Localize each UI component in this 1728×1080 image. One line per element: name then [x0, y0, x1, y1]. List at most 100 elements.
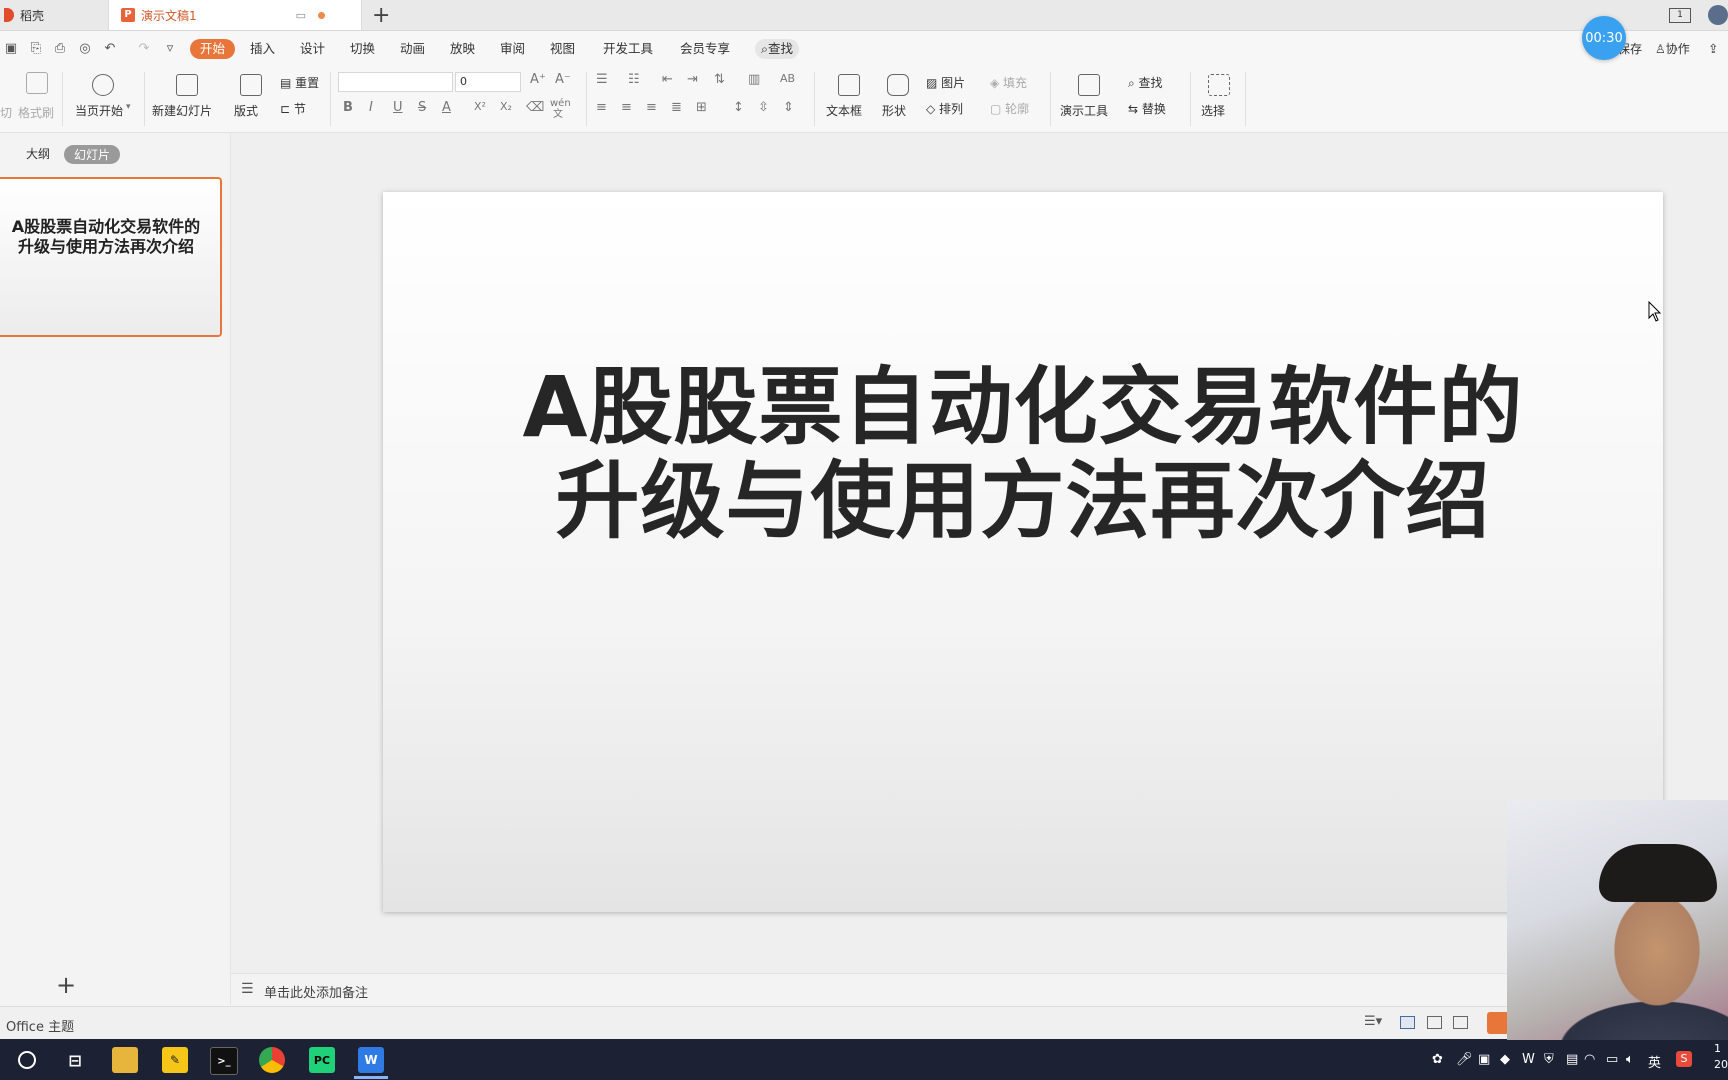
picture-button[interactable]: ▨ 图片: [926, 74, 965, 91]
distribute-icon[interactable]: ⊞: [696, 100, 707, 115]
layout-button[interactable]: 版式: [234, 102, 258, 119]
sogou-icon[interactable]: S: [1676, 1051, 1692, 1067]
phonetic-button[interactable]: wén 文: [550, 98, 571, 120]
slide-thumbnail[interactable]: A股股票自动化交易软件的 升级与使用方法再次介绍: [0, 177, 222, 337]
tab-home[interactable]: 稻壳: [0, 0, 112, 30]
page-badge-icon[interactable]: 1: [1669, 8, 1691, 23]
search-circle-icon[interactable]: [18, 1051, 36, 1069]
select-button[interactable]: 选择: [1201, 102, 1225, 119]
wps-icon[interactable]: W: [358, 1047, 384, 1073]
menu-view[interactable]: 视图: [550, 39, 575, 59]
menu-home[interactable]: 开始: [190, 39, 236, 59]
reset-button[interactable]: ▤ 重置: [280, 74, 319, 91]
increase-indent-icon[interactable]: ⇥: [687, 72, 698, 87]
shape-button[interactable]: 形状: [882, 102, 906, 119]
replace-button[interactable]: ⇆ 替换: [1128, 100, 1166, 117]
tray-w-icon[interactable]: W: [1522, 1052, 1535, 1067]
notes-bar[interactable]: ☰ 单击此处添加备注: [231, 973, 1728, 1006]
shrink-font-icon[interactable]: A⁻: [555, 72, 571, 87]
chrome-icon[interactable]: [259, 1047, 285, 1073]
cut-button[interactable]: 切: [0, 104, 12, 121]
sorter-view-icon[interactable]: [1427, 1016, 1442, 1029]
underline-button[interactable]: U: [393, 100, 403, 115]
security-icon[interactable]: ⛨: [1544, 1052, 1554, 1067]
outline-button[interactable]: ▢ 轮廓: [990, 100, 1029, 117]
tab-slides[interactable]: 幻灯片: [64, 145, 121, 164]
terminal-icon[interactable]: >_: [210, 1047, 238, 1075]
print-icon[interactable]: ⎙: [52, 41, 68, 57]
numbering-icon[interactable]: ☷: [628, 72, 640, 87]
font-size-field[interactable]: 0: [455, 72, 521, 92]
task-view-icon[interactable]: ⊟: [62, 1047, 88, 1073]
redo-icon[interactable]: ↷: [136, 41, 152, 57]
file-explorer-icon[interactable]: [112, 1047, 138, 1073]
align-right-icon[interactable]: ≡: [646, 100, 657, 115]
align-center-icon[interactable]: ≡: [621, 100, 632, 115]
print-preview-icon[interactable]: ◎: [77, 41, 93, 57]
collab-button[interactable]: ♙协作: [1655, 39, 1690, 59]
bullets-icon[interactable]: ☰: [596, 72, 608, 87]
normal-view-icon[interactable]: [1400, 1016, 1415, 1029]
fill-button[interactable]: ◈ 填充: [990, 74, 1027, 91]
clock[interactable]: 1202: [1714, 1041, 1728, 1073]
align-left-icon[interactable]: ≡: [596, 100, 607, 115]
menu-animation[interactable]: 动画: [400, 39, 425, 59]
menu-search[interactable]: ⌕查找: [755, 39, 800, 59]
menu-insert[interactable]: 插入: [250, 39, 275, 59]
textbox-button[interactable]: 文本框: [826, 102, 862, 119]
share-icon[interactable]: ⇪: [1708, 39, 1718, 59]
find-button[interactable]: ⌕ 查找: [1128, 74, 1163, 91]
grow-font-icon[interactable]: A⁺: [530, 72, 546, 87]
tab-outline[interactable]: 大纲: [26, 145, 50, 162]
para-spacing-icon[interactable]: ⇳: [758, 100, 769, 115]
add-slide-button[interactable]: +: [56, 971, 76, 999]
presenter-tools-button[interactable]: 演示工具: [1060, 102, 1108, 119]
strikethrough-button[interactable]: S: [418, 100, 426, 115]
font-color-button[interactable]: A: [442, 100, 451, 115]
italic-button[interactable]: I: [369, 100, 373, 115]
tab-document[interactable]: P 演示文稿1 ▭: [108, 0, 362, 30]
format-painter-button[interactable]: 格式刷: [18, 104, 54, 121]
font-name-field[interactable]: [338, 72, 453, 92]
tray-app-icon[interactable]: ✿: [1432, 1052, 1443, 1067]
section-button[interactable]: ⊏ 节: [280, 100, 306, 117]
bold-button[interactable]: B: [343, 100, 353, 115]
menu-slideshow[interactable]: 放映: [450, 39, 475, 59]
slide-title[interactable]: A股股票自动化交易软件的 升级与使用方法再次介绍: [383, 360, 1663, 548]
para-settings-icon[interactable]: ⇕: [783, 100, 794, 115]
volume-icon[interactable]: 🔈︎: [1626, 1052, 1634, 1067]
text-direction-icon[interactable]: ⇅: [714, 72, 725, 87]
wifi-icon[interactable]: ◠: [1584, 1052, 1595, 1067]
new-tab-button[interactable]: +: [372, 3, 390, 28]
slide[interactable]: A股股票自动化交易软件的 升级与使用方法再次介绍: [383, 192, 1663, 912]
undo-icon[interactable]: ↶: [102, 41, 118, 57]
reading-view-icon[interactable]: [1453, 1016, 1468, 1029]
play-slideshow-icon[interactable]: [1487, 1012, 1509, 1034]
menu-developer[interactable]: 开发工具: [603, 39, 653, 59]
save-icon[interactable]: ▣: [3, 41, 19, 57]
decrease-indent-icon[interactable]: ⇤: [662, 72, 673, 87]
from-current-button[interactable]: 当页开始: [75, 102, 123, 119]
microphone-icon[interactable]: 🎤︎: [1456, 1052, 1473, 1067]
customize-icon[interactable]: ▿: [162, 41, 178, 57]
char-spacing-icon[interactable]: AB: [780, 72, 795, 85]
arrange-button[interactable]: ◇ 排列: [926, 100, 963, 117]
menu-review[interactable]: 审阅: [500, 39, 525, 59]
notes-toggle-icon[interactable]: ☰▾: [1364, 1014, 1382, 1029]
menu-transition[interactable]: 切换: [350, 39, 375, 59]
new-slide-button[interactable]: 新建幻灯片: [152, 102, 212, 119]
subscript-button[interactable]: X₂: [500, 100, 512, 113]
menu-member[interactable]: 会员专享: [680, 39, 730, 59]
justify-icon[interactable]: ≣: [671, 100, 682, 115]
eraser-icon[interactable]: ⌫: [526, 100, 544, 115]
menu-design[interactable]: 设计: [300, 39, 325, 59]
line-spacing-icon[interactable]: ↕: [733, 100, 744, 115]
tray-battery-icon[interactable]: ▭: [1606, 1052, 1618, 1067]
sticky-notes-icon[interactable]: ✎: [162, 1047, 188, 1073]
columns-icon[interactable]: ▥: [748, 72, 760, 87]
window-icon[interactable]: ▭: [296, 9, 306, 22]
pycharm-icon[interactable]: PC: [309, 1047, 335, 1073]
tray-window-icon[interactable]: ▤: [1566, 1052, 1578, 1067]
tray-color-icon[interactable]: ◆: [1500, 1052, 1510, 1067]
avatar[interactable]: [1708, 5, 1728, 25]
